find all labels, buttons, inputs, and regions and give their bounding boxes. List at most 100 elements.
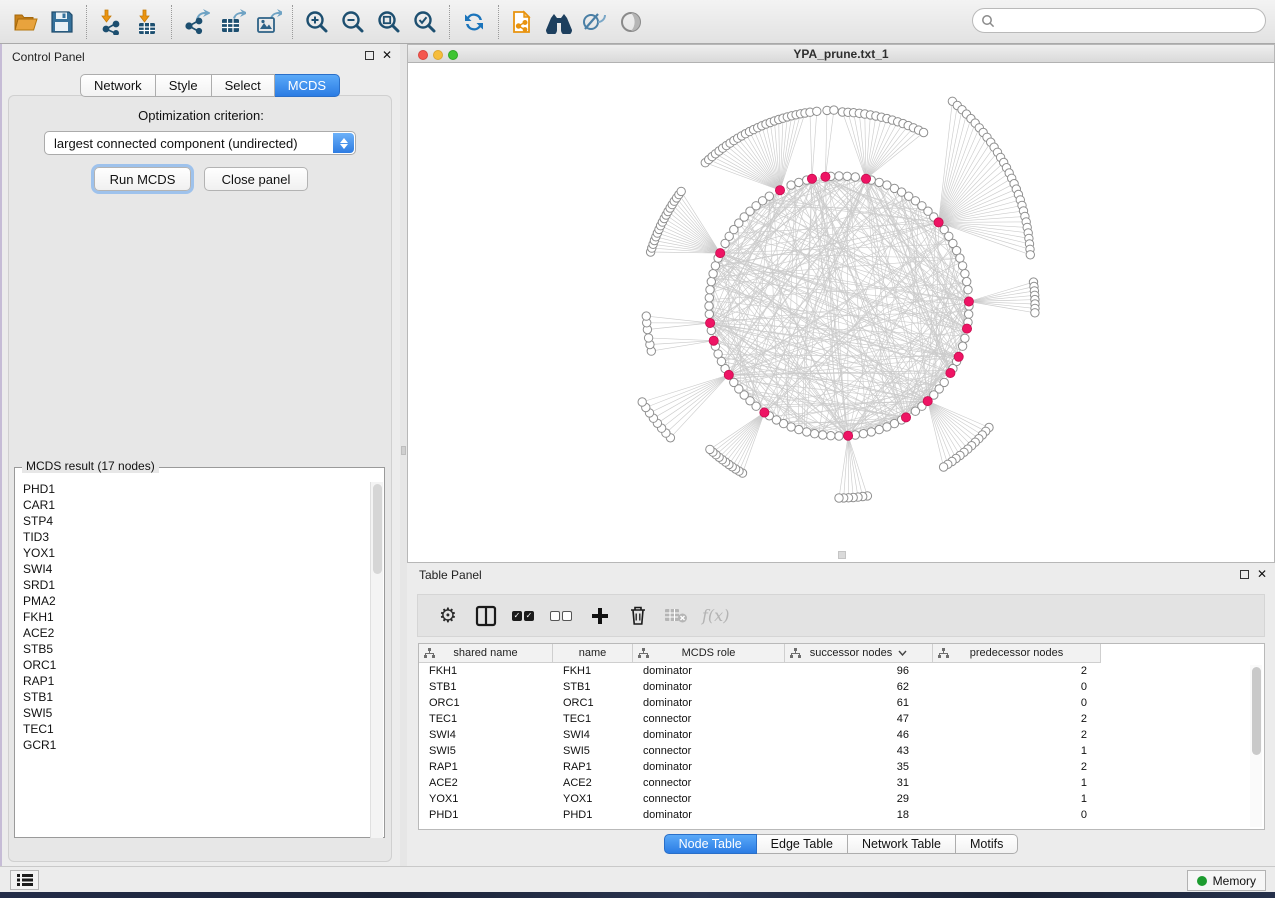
- task-history-button[interactable]: [10, 870, 39, 890]
- float-panel-icon[interactable]: [365, 51, 374, 60]
- result-node-item[interactable]: PMA2: [15, 593, 369, 609]
- network-search-box[interactable]: [972, 8, 1266, 33]
- split-divider-vertical[interactable]: [400, 44, 407, 866]
- table-row[interactable]: RAP1RAP1dominator352: [419, 759, 1264, 775]
- tab-edge-table[interactable]: Edge Table: [757, 834, 848, 854]
- result-node-item[interactable]: TID3: [15, 529, 369, 545]
- save-session-icon[interactable]: [45, 5, 79, 39]
- result-node-item[interactable]: ORC1: [15, 657, 369, 673]
- refresh-icon[interactable]: [457, 5, 491, 39]
- export-table-icon[interactable]: [215, 5, 249, 39]
- search-binoculars-icon[interactable]: [542, 5, 576, 39]
- tab-style[interactable]: Style: [156, 74, 212, 97]
- criterion-dropdown[interactable]: largest connected component (undirected): [44, 131, 356, 155]
- result-node-item[interactable]: CAR1: [15, 497, 369, 513]
- divider-handle[interactable]: [401, 446, 406, 455]
- close-table-panel-icon[interactable]: ✕: [1257, 570, 1267, 579]
- table-cell: 47: [785, 711, 933, 727]
- table-cell: 0: [933, 679, 1101, 695]
- tab-network[interactable]: Network: [80, 74, 156, 97]
- result-node-item[interactable]: TEC1: [15, 721, 369, 737]
- zoom-out-icon[interactable]: [336, 5, 370, 39]
- export-image-icon[interactable]: [251, 5, 285, 39]
- table-scroll-thumb[interactable]: [1252, 667, 1261, 755]
- table-row[interactable]: TEC1TEC1connector472: [419, 711, 1264, 727]
- toolbar-separator: [449, 5, 450, 39]
- memory-status-icon: [1197, 876, 1207, 886]
- network-scroll-handle[interactable]: [838, 551, 846, 559]
- table-cell: ACE2: [553, 775, 633, 791]
- toolbar-separator: [498, 5, 499, 39]
- table-cell: 31: [785, 775, 933, 791]
- delete-column-icon[interactable]: [626, 603, 650, 629]
- result-scroll-thumb[interactable]: [373, 484, 382, 574]
- table-row[interactable]: STB1STB1dominator620: [419, 679, 1264, 695]
- result-node-item[interactable]: STB5: [15, 641, 369, 657]
- table-row[interactable]: PHD1PHD1dominator180: [419, 807, 1264, 823]
- run-mcds-button[interactable]: Run MCDS: [94, 167, 191, 191]
- float-table-panel-icon[interactable]: [1240, 570, 1249, 579]
- table-row[interactable]: FKH1FKH1dominator962: [419, 663, 1264, 679]
- tab-motifs[interactable]: Motifs: [956, 834, 1018, 854]
- column-header-MCDS-role[interactable]: MCDS role: [633, 644, 785, 663]
- table-cell: ACE2: [419, 775, 553, 791]
- result-node-item[interactable]: ACE2: [15, 625, 369, 641]
- memory-button[interactable]: Memory: [1187, 870, 1266, 891]
- show-columns-icon[interactable]: [474, 603, 498, 629]
- zoom-in-icon[interactable]: [300, 5, 334, 39]
- column-header-successor-nodes[interactable]: successor nodes: [785, 644, 933, 663]
- result-node-item[interactable]: RAP1: [15, 673, 369, 689]
- table-row[interactable]: SWI4SWI4dominator462: [419, 727, 1264, 743]
- hide-graphics-details-icon[interactable]: [578, 5, 612, 39]
- table-cell: FKH1: [419, 663, 553, 679]
- result-node-item[interactable]: GCR1: [15, 737, 369, 753]
- deselect-all-rows-icon[interactable]: [550, 603, 574, 629]
- tab-select[interactable]: Select: [212, 74, 275, 97]
- import-network-icon[interactable]: [94, 5, 128, 39]
- result-node-item[interactable]: SWI4: [15, 561, 369, 577]
- mcds-result-title: MCDS result (17 nodes): [22, 459, 159, 473]
- tab-node-table[interactable]: Node Table: [664, 834, 757, 854]
- table-body: FKH1FKH1dominator962STB1STB1dominator620…: [419, 663, 1264, 823]
- zoom-fit-icon[interactable]: [372, 5, 406, 39]
- result-node-item[interactable]: SRD1: [15, 577, 369, 593]
- column-header-shared-name[interactable]: shared name: [419, 644, 553, 663]
- column-header-predecessor-nodes[interactable]: predecessor nodes: [933, 644, 1101, 663]
- export-network-icon[interactable]: [179, 5, 213, 39]
- toolbar-separator: [86, 5, 87, 39]
- result-node-item[interactable]: STB1: [15, 689, 369, 705]
- search-input[interactable]: [1000, 13, 1265, 29]
- table-row[interactable]: ORC1ORC1dominator610: [419, 695, 1264, 711]
- clear-table-icon: [664, 603, 688, 629]
- result-node-item[interactable]: YOX1: [15, 545, 369, 561]
- zoom-selected-icon[interactable]: [408, 5, 442, 39]
- result-node-item[interactable]: PHD1: [15, 481, 369, 497]
- result-node-item[interactable]: SWI5: [15, 705, 369, 721]
- network-canvas[interactable]: [408, 63, 1274, 562]
- tab-network-table[interactable]: Network Table: [848, 834, 956, 854]
- column-header-name[interactable]: name: [553, 644, 633, 663]
- select-all-rows-icon[interactable]: ✓✓: [512, 603, 536, 629]
- tab-mcds[interactable]: MCDS: [275, 74, 340, 97]
- close-panel-icon[interactable]: ✕: [382, 51, 392, 60]
- result-scrollbar[interactable]: [370, 482, 383, 838]
- table-cell: STB1: [553, 679, 633, 695]
- open-session-doc-icon[interactable]: [506, 5, 540, 39]
- table-cell: 1: [933, 791, 1101, 807]
- result-node-item[interactable]: STP4: [15, 513, 369, 529]
- close-panel-button[interactable]: Close panel: [204, 167, 308, 191]
- network-window-titlebar[interactable]: YPA_prune.txt_1: [408, 45, 1274, 63]
- result-node-item[interactable]: FKH1: [15, 609, 369, 625]
- table-options-gear-icon[interactable]: ⚙: [436, 603, 460, 629]
- table-row[interactable]: ACE2ACE2connector311: [419, 775, 1264, 791]
- add-column-icon[interactable]: [588, 603, 612, 629]
- birds-eye-icon[interactable]: [614, 5, 648, 39]
- table-row[interactable]: YOX1YOX1connector291: [419, 791, 1264, 807]
- control-panel: Control Panel ✕ NetworkStyleSelectMCDS O…: [2, 44, 400, 866]
- table-cell: connector: [633, 711, 785, 727]
- table-scrollbar[interactable]: [1250, 665, 1262, 827]
- network-view-window: YPA_prune.txt_1: [407, 44, 1275, 563]
- open-file-icon[interactable]: [9, 5, 43, 39]
- import-table-icon[interactable]: [130, 5, 164, 39]
- table-row[interactable]: SWI5SWI5connector431: [419, 743, 1264, 759]
